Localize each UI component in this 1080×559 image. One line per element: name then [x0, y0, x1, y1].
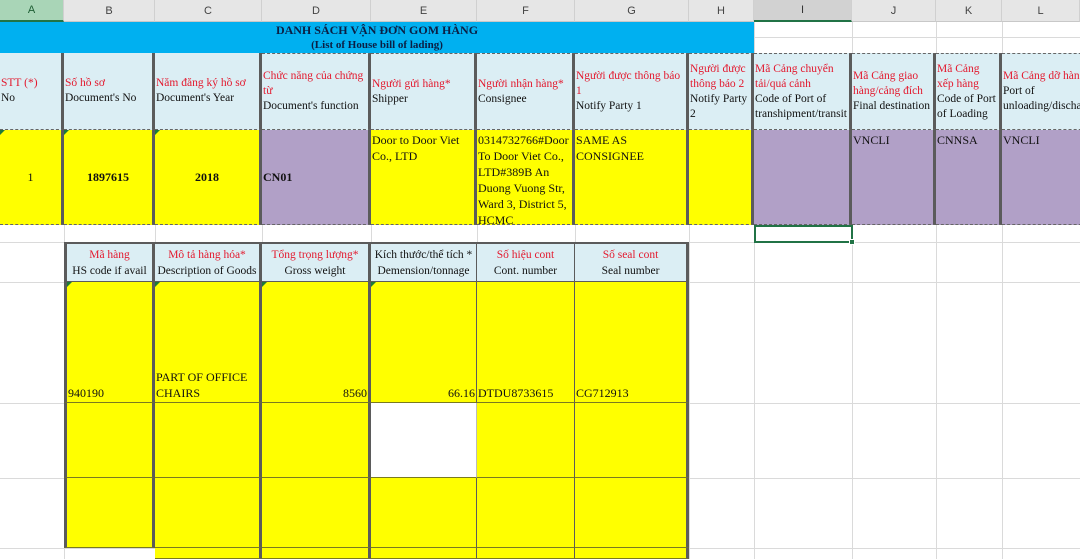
header-cell-notify-party-1[interactable]: Người được thông báo 1 Notify Party 1: [575, 53, 689, 130]
goods-cell-empty[interactable]: [371, 403, 477, 478]
column-header-e[interactable]: E: [371, 0, 477, 22]
column-header-k[interactable]: K: [936, 0, 1002, 22]
column-header-g[interactable]: G: [575, 0, 689, 22]
column-header-i[interactable]: I: [754, 0, 852, 22]
column-header-c[interactable]: C: [155, 0, 262, 22]
goods-cell-empty[interactable]: [64, 478, 155, 548]
goods-cell-seal-number[interactable]: CG712913: [575, 282, 689, 403]
goods-cell-description[interactable]: PART OF OFFICE CHAIRS: [155, 282, 262, 403]
sheet-title[interactable]: DANH SÁCH VẬN ĐƠN GOM HÀNG (List of Hous…: [0, 22, 754, 53]
goods-cell-empty[interactable]: [155, 403, 262, 478]
goods-cell-cont-number[interactable]: DTDU8733615: [477, 282, 575, 403]
header-cell-final-destination[interactable]: Mã Cảng giao hàng/cảng đích Final destina…: [852, 53, 936, 130]
error-indicator-icon: [67, 282, 72, 287]
goods-header-seal-number[interactable]: Số seal cont Seal number: [575, 242, 689, 282]
goods-header-hs-code[interactable]: Mã hàng HS code if avail: [64, 242, 155, 282]
column-header-b[interactable]: B: [64, 0, 155, 22]
cell-shipper[interactable]: Door to Door Viet Co., LTD: [371, 130, 477, 225]
goods-cell-empty[interactable]: [262, 403, 371, 478]
goods-cell-dimension[interactable]: 66.16: [371, 282, 477, 403]
cell-final-destination[interactable]: VNCLI: [852, 130, 936, 225]
column-header-f[interactable]: F: [477, 0, 575, 22]
cell-no[interactable]: 1: [0, 130, 64, 225]
cell-document-year[interactable]: 2018: [155, 130, 262, 225]
column-header-j[interactable]: J: [852, 0, 936, 22]
goods-cell-hs-code[interactable]: 940190: [64, 282, 155, 403]
header-cell-port-transhipment[interactable]: Mã Cảng chuyển tải/quá cảnh Code of Port …: [754, 53, 852, 130]
cell-document-function[interactable]: CN01: [262, 130, 371, 225]
column-header-l[interactable]: L: [1002, 0, 1080, 22]
column-header-d[interactable]: D: [262, 0, 371, 22]
cell-port-unloading[interactable]: VNCLI: [1002, 130, 1080, 225]
header-cell-notify-party-2[interactable]: Người được thông báo 2 Notify Party 2: [689, 53, 754, 130]
error-indicator-icon: [155, 130, 160, 135]
goods-cell-empty[interactable]: [575, 478, 689, 548]
goods-header-dimension[interactable]: Kích thước/thể tích * Demension/tonnage: [371, 242, 477, 282]
header-cell-document-function[interactable]: Chức năng của chứng từ Document's functio…: [262, 53, 371, 130]
header-cell-document-year[interactable]: Năm đăng ký hồ sơ Document's Year: [155, 53, 262, 130]
header-cell-port-unloading[interactable]: Mã Cảng dỡ hàngPort of unloading/dischar…: [1002, 53, 1080, 130]
goods-cell-empty[interactable]: [477, 403, 575, 478]
header-cell-shipper[interactable]: Người gửi hàng* Shipper: [371, 53, 477, 130]
header-cell-document-no[interactable]: Số hồ sơ Document's No: [64, 53, 155, 130]
cell-port-transhipment[interactable]: [754, 130, 852, 225]
error-indicator-icon: [371, 282, 376, 287]
error-indicator-icon: [155, 282, 160, 287]
goods-cell-empty[interactable]: [575, 403, 689, 478]
goods-header-description[interactable]: Mô tả hàng hóa* Description of Goods: [155, 242, 262, 282]
error-indicator-icon: [262, 282, 267, 287]
goods-cell-empty[interactable]: [477, 478, 575, 548]
error-indicator-icon: [64, 130, 69, 135]
header-cell-consignee[interactable]: Người nhận hàng* Consignee: [477, 53, 575, 130]
active-cell-selection[interactable]: [754, 225, 853, 243]
goods-cell-empty[interactable]: [575, 548, 689, 559]
sheet-title-vi: DANH SÁCH VẬN ĐƠN GOM HÀNG: [275, 23, 479, 37]
goods-cell-empty[interactable]: [155, 478, 262, 548]
column-header-a[interactable]: A: [0, 0, 64, 22]
sheet-title-en: (List of House bill of lading): [311, 39, 443, 51]
cell-consignee[interactable]: 0314732766#Door To Door Viet Co., LTD#38…: [477, 130, 575, 225]
goods-cell-gross-weight[interactable]: 8560: [262, 282, 371, 403]
goods-cell-empty[interactable]: [262, 548, 371, 559]
cell-notify-party-2[interactable]: [689, 130, 754, 225]
fill-handle[interactable]: [849, 239, 855, 245]
goods-header-gross-weight[interactable]: Tổng trọng lượng* Gross weight: [262, 242, 371, 282]
goods-cell-empty[interactable]: [477, 548, 575, 559]
error-indicator-icon: [0, 130, 5, 135]
goods-cell-empty[interactable]: [262, 478, 371, 548]
cell-notify-party-1[interactable]: SAME AS CONSIGNEE: [575, 130, 689, 225]
header-cell-port-loading[interactable]: Mã Cảng xếp hàng Code of Port of Loading: [936, 53, 1002, 130]
goods-cell-empty[interactable]: [371, 478, 477, 548]
header-cell-no[interactable]: STT (*) No: [0, 53, 64, 130]
column-header-h[interactable]: H: [689, 0, 754, 22]
cell-document-no[interactable]: 1897615: [64, 130, 155, 225]
goods-cell-empty[interactable]: [155, 548, 262, 559]
goods-header-cont-number[interactable]: Số hiệu cont Cont. number: [477, 242, 575, 282]
goods-cell-empty[interactable]: [64, 403, 155, 478]
goods-cell-empty[interactable]: [371, 548, 477, 559]
cell-port-loading[interactable]: CNNSA: [936, 130, 1002, 225]
